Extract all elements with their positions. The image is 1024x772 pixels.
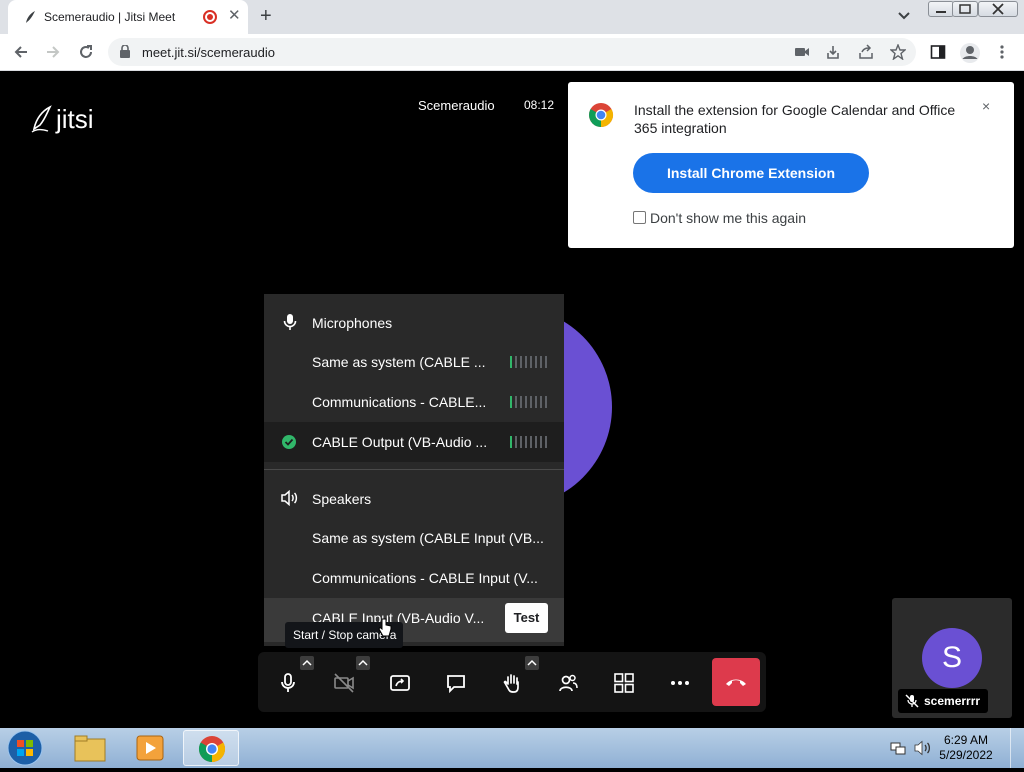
tab-title: Scemeraudio | Jitsi Meet [44,10,176,24]
jitsi-favicon-icon [26,11,35,23]
muted-microphone-icon [905,694,919,708]
system-clock[interactable]: 6:29 AM 5/29/2022 [936,733,996,763]
tab-close-icon[interactable]: ✕ [228,8,241,24]
forward-arrow-icon[interactable] [44,43,62,61]
microphone-icon [283,314,297,330]
tab-search-chevron-icon[interactable] [897,8,911,22]
self-view-thumbnail[interactable]: S scemerrrr [892,598,1012,718]
chrome-logo-icon [589,103,614,127]
recording-indicator-icon [203,10,217,24]
windows-start-icon[interactable] [4,729,46,767]
meeting-name: Scemeraudio [418,98,495,113]
microphone-option-label: Same as system (CABLE ... [312,354,486,370]
raise-hand-icon[interactable] [501,672,523,694]
bookmark-star-icon[interactable] [890,44,906,60]
microphone-toggle-icon[interactable] [277,672,299,694]
jitsi-logo: jitsi [31,104,94,134]
test-speaker-button[interactable]: Test [505,603,548,633]
speaker-option-label: Same as system (CABLE Input (VB... [312,530,544,546]
show-desktop-button[interactable] [1010,728,1024,768]
reload-icon[interactable] [77,43,95,61]
minimize-button[interactable] [928,1,954,17]
self-name: scemerrrr [924,694,981,708]
new-tab-button[interactable]: + [260,5,272,27]
share-icon[interactable] [858,44,874,60]
close-icon[interactable]: × [982,98,990,114]
speakers-header: Speakers [312,491,372,507]
audio-level-meter [510,356,550,368]
network-icon[interactable] [890,740,906,756]
browser-tab[interactable]: Scemeraudio | Jitsi Meet ✕ [8,0,248,34]
audio-level-meter [510,396,550,408]
hangup-button[interactable] [712,658,760,706]
back-arrow-icon[interactable] [12,43,30,61]
audio-level-meter [510,436,550,448]
audio-settings-caret[interactable] [300,656,314,670]
microphone-option-selected[interactable]: CABLE Output (VB-Audio ... [264,422,564,462]
more-actions-icon[interactable] [669,672,691,694]
video-settings-caret[interactable] [356,656,370,670]
phone-hangup-icon [726,679,746,686]
browser-menu-icon[interactable] [994,44,1010,60]
chrome-extension-banner: Install the extension for Google Calenda… [568,82,1014,248]
clock-date: 5/29/2022 [939,748,993,762]
address-bar[interactable]: meet.jit.si/scemeraudio [108,38,916,66]
volume-icon[interactable] [914,740,932,756]
microphone-option[interactable]: Communications - CABLE... [264,382,564,422]
menu-divider [264,469,564,470]
browser-toolbar: meet.jit.si/scemeraudio [0,34,1024,71]
reactions-caret[interactable] [525,656,539,670]
participants-icon[interactable] [557,672,579,694]
side-panel-icon[interactable] [930,44,946,60]
audio-settings-menu: Microphones Same as system (CABLE ... Co… [264,294,564,646]
file-explorer-taskbar-button[interactable] [62,730,118,766]
self-avatar: S [922,628,982,688]
speaker-option-label: Communications - CABLE Input (V... [312,570,538,586]
dont-show-label[interactable]: Don't show me this again [650,210,806,226]
media-player-taskbar-button[interactable] [122,730,178,766]
tile-view-icon[interactable] [613,672,635,694]
self-name-badge: scemerrrr [898,689,989,713]
profile-avatar-icon[interactable] [959,42,981,64]
url-text: meet.jit.si/scemeraudio [142,45,275,60]
speaker-option[interactable]: Same as system (CABLE Input (VB... [264,518,564,558]
extension-message: Install the extension for Google Calenda… [634,102,956,136]
clock-time: 6:29 AM [943,733,989,747]
chat-icon[interactable] [445,672,467,694]
install-app-icon[interactable] [825,44,841,60]
microphones-header: Microphones [312,315,393,331]
chrome-taskbar-button[interactable] [183,730,239,766]
maximize-button[interactable] [952,1,978,17]
svg-text:jitsi: jitsi [55,104,94,134]
microphone-option[interactable]: Same as system (CABLE ... [264,342,564,382]
meeting-timer: 08:12 [524,98,555,112]
meeting-toolbar [258,652,766,712]
camera-off-icon[interactable] [333,672,355,694]
windows-taskbar: 6:29 AM 5/29/2022 [0,728,1024,768]
mouse-cursor-icon [378,618,392,637]
speaker-icon [281,490,298,506]
screen-share-icon[interactable] [389,672,411,694]
lock-icon[interactable] [120,45,130,58]
browser-tab-strip: Scemeraudio | Jitsi Meet ✕ + [0,0,1024,34]
microphone-option-label: Communications - CABLE... [312,394,487,410]
dont-show-checkbox[interactable] [633,211,646,224]
check-circle-icon [282,435,296,449]
speaker-option[interactable]: Communications - CABLE Input (V... [264,558,564,598]
microphone-option-label: CABLE Output (VB-Audio ... [312,434,488,450]
install-extension-button[interactable]: Install Chrome Extension [633,153,869,193]
close-window-button[interactable] [978,1,1018,17]
camera-in-use-icon[interactable] [794,44,810,60]
